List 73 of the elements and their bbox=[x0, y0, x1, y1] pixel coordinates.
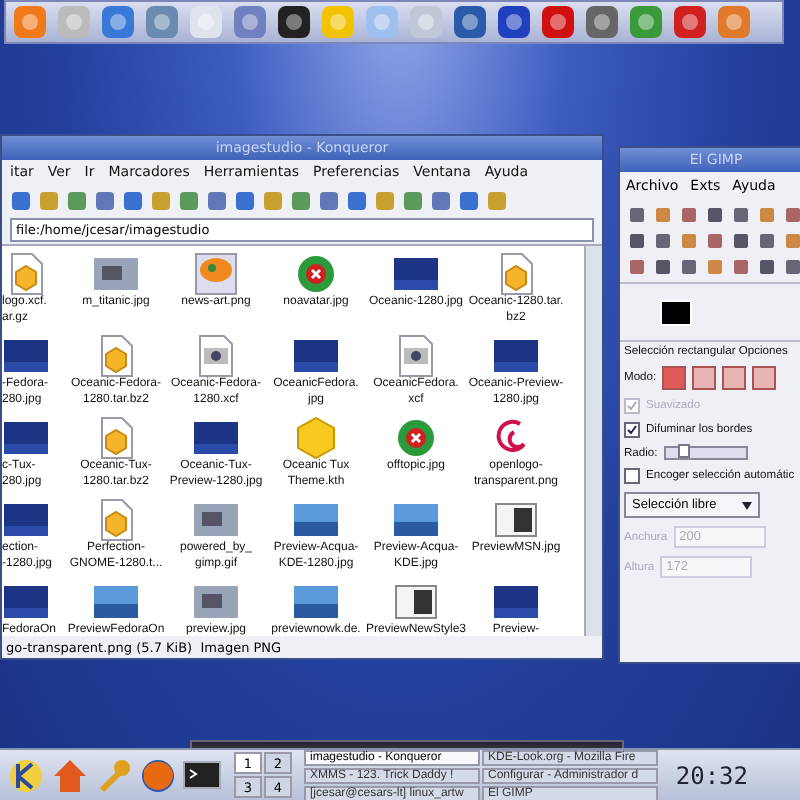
checkbox[interactable] bbox=[624, 468, 640, 484]
toolbar-icon[interactable] bbox=[486, 189, 508, 211]
wallpaper-thumbnail bbox=[492, 334, 540, 378]
tool-icon[interactable] bbox=[730, 256, 752, 278]
toolbar-icon[interactable] bbox=[458, 189, 480, 211]
photo-thumbnail bbox=[92, 252, 140, 296]
tool-icon[interactable] bbox=[704, 230, 726, 252]
color-swatch[interactable] bbox=[660, 299, 692, 325]
tool-icon[interactable] bbox=[730, 204, 752, 226]
wallpaper-thumbnail bbox=[292, 498, 340, 542]
tool-icon[interactable] bbox=[652, 256, 674, 278]
screenshot-thumbnail bbox=[392, 580, 440, 624]
tool-icon[interactable] bbox=[678, 256, 700, 278]
screenshot-thumbnail bbox=[492, 498, 540, 542]
wallpaper-thumbnail bbox=[292, 334, 340, 378]
art-file-icon bbox=[192, 252, 240, 296]
k-menu-icon[interactable] bbox=[6, 755, 46, 795]
toolbar-icon[interactable] bbox=[402, 189, 424, 211]
mode-button[interactable] bbox=[692, 366, 717, 390]
toolbar-icon[interactable] bbox=[430, 189, 452, 211]
tool-icon[interactable] bbox=[678, 204, 700, 226]
scrollbar[interactable] bbox=[584, 246, 602, 636]
wallpaper-thumbnail bbox=[2, 580, 50, 624]
clock: 20:32 bbox=[675, 761, 748, 789]
wallpaper-thumbnail bbox=[2, 498, 50, 542]
toolbar-icon[interactable] bbox=[290, 189, 312, 211]
caret-icon bbox=[742, 501, 752, 509]
wallpaper-thumbnail bbox=[2, 416, 50, 460]
wallpaper-thumbnail bbox=[292, 580, 340, 624]
home-icon[interactable] bbox=[50, 755, 90, 795]
tool-icon[interactable] bbox=[704, 204, 726, 226]
slider-thumb[interactable] bbox=[677, 444, 690, 458]
toolbar-icon[interactable] bbox=[346, 189, 368, 211]
wallpaper-thumbnail bbox=[392, 498, 440, 542]
tool-icon[interactable] bbox=[626, 256, 648, 278]
wallpaper-thumbnail bbox=[392, 252, 440, 296]
toolbar-icon[interactable] bbox=[178, 189, 200, 211]
tool-icon[interactable] bbox=[756, 230, 778, 252]
toolbar-icon[interactable] bbox=[66, 189, 88, 211]
tool-icon[interactable] bbox=[626, 230, 648, 252]
toolbar-icon[interactable] bbox=[38, 189, 60, 211]
slider-track[interactable] bbox=[663, 446, 748, 460]
app-icon[interactable] bbox=[276, 4, 312, 40]
toolbar-icon[interactable] bbox=[10, 189, 32, 211]
app-icon[interactable] bbox=[496, 4, 532, 40]
error-icon bbox=[292, 252, 340, 296]
tool-icon[interactable] bbox=[782, 204, 800, 226]
terminal-icon[interactable] bbox=[182, 755, 222, 795]
toolbar-icon[interactable] bbox=[374, 189, 396, 211]
tool-icon[interactable] bbox=[652, 230, 674, 252]
toolbar-icon[interactable] bbox=[206, 189, 228, 211]
toolbar-icon[interactable] bbox=[150, 189, 172, 211]
mode-button[interactable] bbox=[722, 366, 747, 390]
checkbox[interactable] bbox=[624, 422, 640, 438]
mode-button[interactable] bbox=[662, 366, 687, 390]
wallpaper-thumbnail bbox=[92, 580, 140, 624]
mode-button[interactable] bbox=[752, 366, 777, 390]
wallpaper-thumbnail bbox=[192, 416, 240, 460]
tool-icon[interactable] bbox=[782, 256, 800, 278]
error-icon bbox=[392, 416, 440, 460]
wallpaper-thumbnail bbox=[492, 580, 540, 624]
toolbar-icon[interactable] bbox=[122, 189, 144, 211]
photo-thumbnail bbox=[192, 498, 240, 542]
toolbar-icon[interactable] bbox=[318, 189, 340, 211]
tool-icon[interactable] bbox=[626, 204, 648, 226]
tool-icon[interactable] bbox=[730, 230, 752, 252]
photo-thumbnail bbox=[192, 580, 240, 624]
toolbar-icon[interactable] bbox=[234, 189, 256, 211]
cube-icon bbox=[292, 416, 340, 460]
wallpaper-thumbnail bbox=[2, 334, 50, 378]
toolbar-icon[interactable] bbox=[94, 189, 116, 211]
toolbar-icon[interactable] bbox=[262, 189, 284, 211]
tool-icon[interactable] bbox=[756, 256, 778, 278]
